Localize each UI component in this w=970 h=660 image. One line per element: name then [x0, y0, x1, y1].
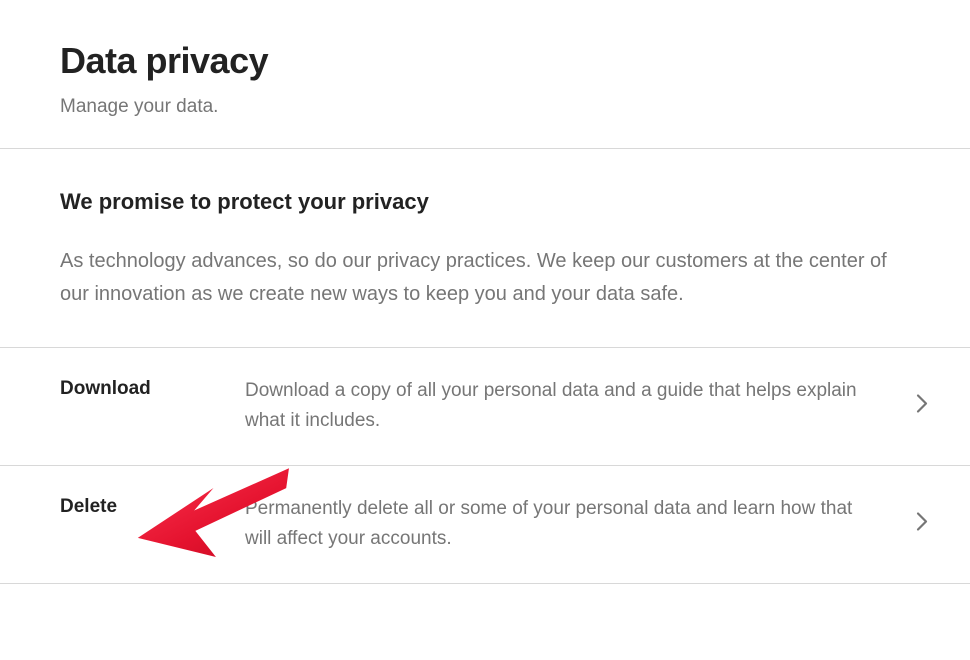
- page-header: Data privacy Manage your data.: [0, 0, 970, 148]
- chevron-right-icon: [916, 394, 928, 419]
- delete-description: Permanently delete all or some of your p…: [245, 494, 910, 555]
- download-label: Download: [60, 376, 245, 400]
- privacy-promise-section: We promise to protect your privacy As te…: [0, 149, 970, 347]
- download-data-row[interactable]: Download Download a copy of all your per…: [0, 347, 970, 465]
- divider: [0, 583, 970, 584]
- download-description: Download a copy of all your personal dat…: [245, 376, 910, 437]
- promise-body: As technology advances, so do our privac…: [60, 245, 910, 311]
- page-subtitle: Manage your data.: [60, 96, 910, 118]
- chevron-right-icon: [916, 512, 928, 537]
- delete-data-row[interactable]: Delete Permanently delete all or some of…: [0, 465, 970, 583]
- delete-label: Delete: [60, 494, 245, 518]
- page-title: Data privacy: [60, 40, 910, 82]
- promise-title: We promise to protect your privacy: [60, 189, 910, 215]
